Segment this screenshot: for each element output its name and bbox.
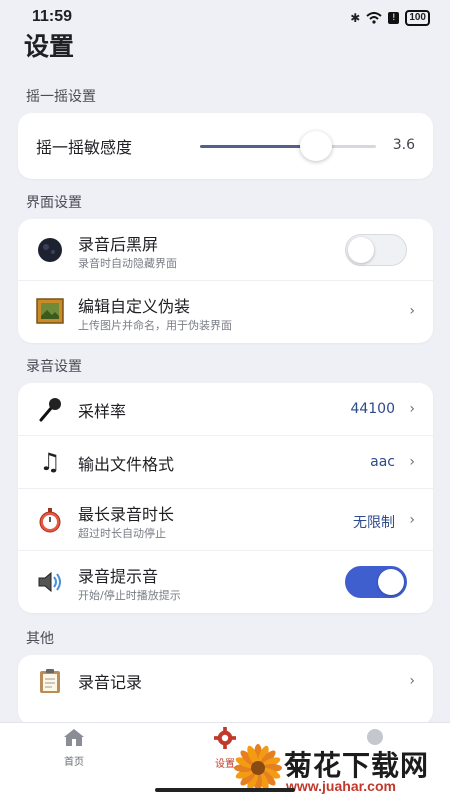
- recording-card: 采样率 44100 › ♫ 输出文件格式 aac › 最长录音时长 超过时长自动…: [18, 383, 433, 613]
- format-row[interactable]: ♫ 输出文件格式 aac ›: [18, 436, 433, 489]
- chevron-right-icon: ›: [409, 512, 415, 528]
- sample-rate-row[interactable]: 采样率 44100 ›: [18, 383, 433, 436]
- max-duration-subtitle: 超过时长自动停止: [78, 527, 166, 540]
- section-label-other: 其他: [26, 631, 54, 647]
- history-row[interactable]: 录音记录 ›: [18, 655, 433, 708]
- status-time: 11:59: [32, 8, 73, 25]
- page-title: 设置: [24, 32, 75, 61]
- disguise-row[interactable]: 编辑自定义伪装 上传图片并命名，用于伪装界面 ›: [18, 281, 433, 343]
- slider-handle[interactable]: [300, 131, 333, 161]
- battery-icon: 100: [405, 10, 430, 26]
- black-screen-title: 录音后黑屏: [78, 235, 159, 254]
- nav-home[interactable]: 首页: [44, 727, 104, 768]
- disguise-subtitle: 上传图片并命名，用于伪装界面: [78, 319, 232, 332]
- black-screen-row: 录音后黑屏 录音时自动隐藏界面: [18, 219, 433, 281]
- picture-frame-icon: [36, 297, 64, 325]
- max-duration-row[interactable]: 最长录音时长 超过时长自动停止 无限制 ›: [18, 489, 433, 551]
- clipboard-icon: [36, 667, 64, 695]
- stopwatch-icon: [36, 506, 64, 534]
- speaker-icon: [36, 568, 64, 596]
- other-card: 录音记录 ›: [18, 655, 433, 725]
- format-title: 输出文件格式: [78, 455, 175, 474]
- beep-title: 录音提示音: [78, 567, 159, 586]
- watermark-url: www.juahar.com: [286, 778, 396, 794]
- black-screen-subtitle: 录音时自动隐藏界面: [78, 257, 177, 270]
- music-note-icon: ♫: [39, 448, 61, 476]
- chevron-right-icon: ›: [409, 673, 415, 689]
- shake-sensitivity-label: 摇一摇敏感度: [36, 138, 133, 157]
- black-screen-toggle[interactable]: [345, 234, 407, 266]
- black-screen-icon: [36, 236, 64, 264]
- shake-sensitivity-value: 3.6: [392, 137, 415, 153]
- nav-home-label: 首页: [64, 757, 84, 768]
- beep-row: 录音提示音 开始/停止时播放提示: [18, 551, 433, 613]
- section-label-ui: 界面设置: [26, 195, 82, 211]
- chevron-right-icon: ›: [409, 303, 415, 319]
- notification-icon: !: [388, 12, 400, 24]
- section-label-shake: 摇一摇设置: [26, 89, 96, 105]
- ui-card: 录音后黑屏 录音时自动隐藏界面 编辑自定义伪装 上传图片并命名，用于伪装界面 ›: [18, 219, 433, 343]
- beep-subtitle: 开始/停止时播放提示: [78, 589, 181, 602]
- home-icon: [64, 729, 84, 746]
- home-indicator: [155, 788, 295, 792]
- beep-toggle[interactable]: [345, 566, 407, 598]
- flower-logo-icon: [234, 744, 282, 792]
- chevron-right-icon: ›: [409, 454, 415, 470]
- slider-fill: [200, 145, 317, 148]
- sample-rate-value: 44100: [350, 401, 395, 417]
- microphone-icon: [36, 395, 64, 423]
- format-value: aac: [370, 454, 395, 470]
- shake-card: 摇一摇敏感度 3.6: [18, 113, 433, 179]
- max-duration-title: 最长录音时长: [78, 505, 175, 524]
- section-label-recording: 录音设置: [26, 359, 82, 375]
- wifi-icon: [366, 12, 382, 24]
- sample-rate-title: 采样率: [78, 402, 127, 421]
- shake-sensitivity-slider[interactable]: [200, 131, 376, 161]
- bluetooth-icon: ✱: [350, 11, 361, 25]
- disguise-title: 编辑自定义伪装: [78, 297, 191, 316]
- chevron-right-icon: ›: [409, 401, 415, 417]
- history-title: 录音记录: [78, 673, 143, 692]
- max-duration-value: 无限制: [353, 515, 395, 531]
